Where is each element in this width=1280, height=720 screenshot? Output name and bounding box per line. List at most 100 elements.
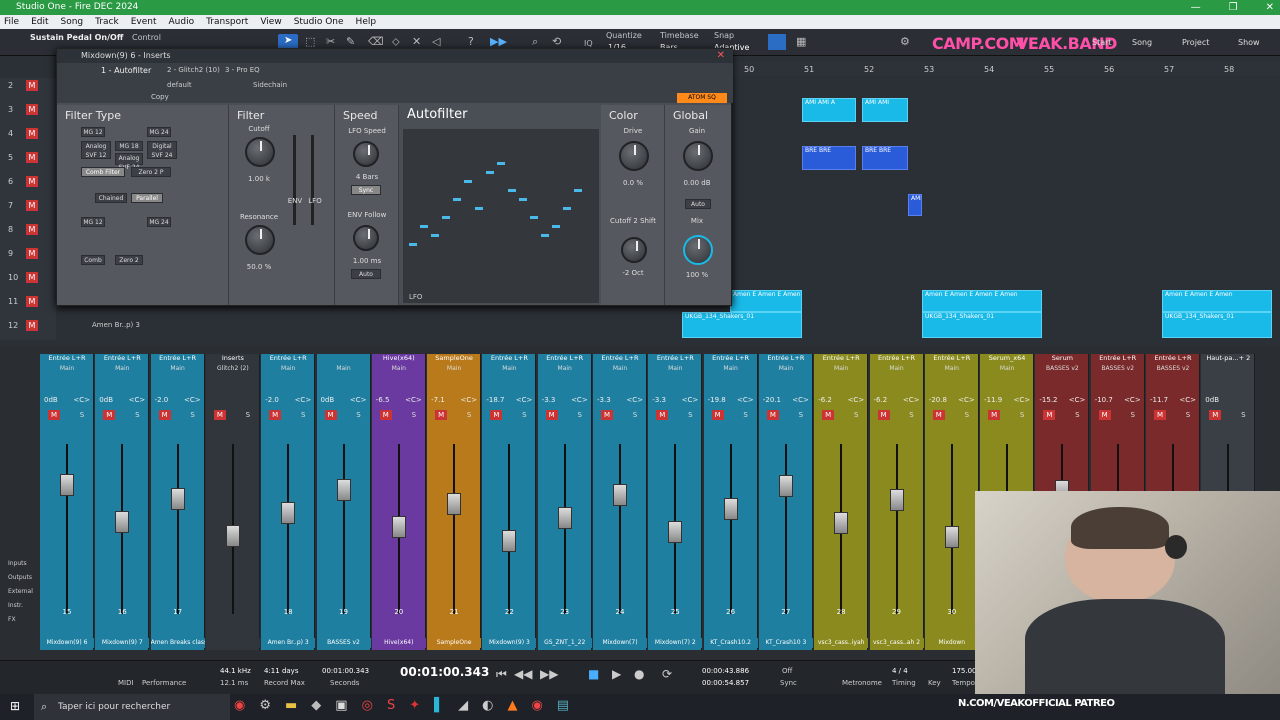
- split-tool-icon[interactable]: ✂: [326, 35, 335, 48]
- channel-fader-cap[interactable]: [115, 511, 130, 533]
- mute-button[interactable]: M: [26, 248, 38, 259]
- channel-name[interactable]: SampleOne: [427, 638, 482, 648]
- mute-button[interactable]: M: [26, 272, 38, 283]
- channel-mute-button[interactable]: M: [435, 410, 448, 420]
- channel-name[interactable]: Mixdown(9) 6: [40, 638, 94, 648]
- instruments-button[interactable]: Instr.: [8, 602, 23, 609]
- channel-mute-button[interactable]: M: [711, 410, 724, 420]
- channel-output-name[interactable]: BASSES v2: [1091, 365, 1145, 372]
- plugin-title-bar[interactable]: Mixdown(9) 6 - Inserts ✕: [57, 49, 733, 63]
- zoom-icon[interactable]: ⌕: [532, 35, 538, 49]
- channel-solo-button[interactable]: S: [1182, 410, 1194, 420]
- fx-button[interactable]: FX: [8, 616, 16, 623]
- channel-fader-cap[interactable]: [668, 521, 683, 543]
- file-explorer-icon[interactable]: ▬: [285, 698, 297, 716]
- channel-input-name[interactable]: Entrée L+R: [95, 354, 149, 363]
- clip[interactable]: Amen E Amen E Amen: [730, 290, 802, 312]
- channel-volume[interactable]: -10.7: [1095, 396, 1113, 404]
- channel-name[interactable]: Amen Br..p) 3: [261, 638, 316, 648]
- mute-button[interactable]: M: [26, 200, 38, 211]
- channel-volume[interactable]: -2.0: [155, 396, 169, 404]
- preset-name[interactable]: default: [167, 81, 192, 89]
- channel-volume[interactable]: -20.1: [763, 396, 781, 404]
- show-page-button[interactable]: Show: [1238, 38, 1260, 47]
- loop-icon[interactable]: ⟳: [662, 667, 672, 681]
- mute-button[interactable]: M: [26, 104, 38, 115]
- channel-pan[interactable]: <C>: [1124, 396, 1141, 404]
- song-page-button[interactable]: Song: [1132, 38, 1152, 47]
- channel-solo-button[interactable]: S: [187, 410, 199, 420]
- clip[interactable]: Amen E Amen E Amen: [1162, 290, 1272, 312]
- channel-mute-button[interactable]: M: [269, 410, 282, 420]
- app-icon[interactable]: ◢: [458, 698, 468, 716]
- clip[interactable]: UKGB_134_Shakers_01: [1162, 312, 1272, 338]
- channel-mute-button[interactable]: M: [379, 410, 392, 420]
- mute-button[interactable]: M: [26, 128, 38, 139]
- channel-solo-button[interactable]: S: [961, 410, 973, 420]
- insert-slot-1[interactable]: 1 - Autofilter: [101, 66, 151, 75]
- cutoff2-knob[interactable]: [621, 237, 647, 263]
- channel-name[interactable]: Mixdown(7): [593, 638, 647, 648]
- channel-name[interactable]: [205, 638, 260, 648]
- env-follow-knob[interactable]: [353, 225, 379, 251]
- mute-tool-icon[interactable]: ✕: [412, 35, 421, 48]
- start-page-button[interactable]: Start: [1092, 38, 1112, 47]
- channel-volume[interactable]: -19.8: [708, 396, 726, 404]
- channel-input-name[interactable]: Entrée L+R: [870, 354, 924, 363]
- mute-button[interactable]: M: [26, 80, 38, 91]
- channel-pan[interactable]: <C>: [571, 396, 588, 404]
- eraser-tool-icon[interactable]: ⌫: [368, 35, 384, 48]
- channel-fader-cap[interactable]: [557, 507, 572, 529]
- menu-help[interactable]: Help: [356, 15, 377, 29]
- channel-name[interactable]: Hive(x64): [371, 638, 426, 648]
- time-display[interactable]: 00:01:00.343: [400, 665, 489, 679]
- channel-pan[interactable]: <C>: [792, 396, 809, 404]
- channel-solo-button[interactable]: S: [1237, 410, 1249, 420]
- channel-output-name[interactable]: Main: [482, 365, 536, 372]
- lfo-step[interactable]: [409, 243, 417, 246]
- channel-name[interactable]: GS_ZNT_1_22: [537, 638, 592, 648]
- channel-fader-cap[interactable]: [778, 475, 793, 497]
- channel-pan[interactable]: <C>: [958, 396, 975, 404]
- channel-pan[interactable]: <C>: [1179, 396, 1196, 404]
- channel-output-name[interactable]: Main: [980, 365, 1034, 372]
- channel-volume[interactable]: 0dB: [44, 396, 58, 404]
- menu-edit[interactable]: Edit: [31, 15, 48, 29]
- channel-mute-button[interactable]: M: [490, 410, 503, 420]
- close-button[interactable]: ✕: [1266, 0, 1274, 15]
- global-auto-button[interactable]: Auto: [685, 199, 711, 209]
- channel-mute-button[interactable]: M: [1154, 410, 1166, 420]
- plugin-close-icon[interactable]: ✕: [717, 49, 725, 63]
- channel-solo-button[interactable]: S: [518, 410, 530, 420]
- channel-fader-cap[interactable]: [502, 530, 517, 552]
- listen-tool-icon[interactable]: ◁: [432, 35, 440, 48]
- channel-volume[interactable]: 0dB: [99, 396, 113, 404]
- channel-input-name[interactable]: Entrée L+R: [1146, 354, 1200, 363]
- channel-input-name[interactable]: Serum: [1035, 354, 1089, 363]
- channel-output-name[interactable]: Main: [870, 365, 924, 372]
- inputs-button[interactable]: Inputs: [8, 560, 27, 567]
- channel-output-name[interactable]: Main: [151, 365, 205, 372]
- lfo-step[interactable]: [530, 216, 538, 219]
- lfo-step[interactable]: [486, 171, 494, 174]
- mixer-view-icon[interactable]: ⚙: [900, 35, 910, 48]
- menu-event[interactable]: Event: [131, 15, 157, 29]
- rewind-icon[interactable]: ⏮: [496, 667, 507, 682]
- minimize-button[interactable]: —: [1191, 0, 1201, 15]
- channel-fader-track[interactable]: [729, 444, 732, 614]
- paint-tool-icon[interactable]: ⬦: [392, 35, 400, 49]
- outputs-button[interactable]: Outputs: [8, 574, 32, 581]
- channel-mute-button[interactable]: M: [213, 410, 226, 420]
- lfo-step[interactable]: [508, 189, 516, 192]
- mute-button[interactable]: M: [26, 152, 38, 163]
- lfo-step[interactable]: [453, 198, 461, 201]
- channel-mute-button[interactable]: M: [822, 410, 835, 420]
- channel-output-name[interactable]: Main: [317, 365, 371, 372]
- channel-mute-button[interactable]: M: [324, 410, 337, 420]
- studio-one-taskbar-icon[interactable]: ▤: [557, 698, 569, 716]
- snap-toggle-button[interactable]: [768, 34, 786, 50]
- tempo-value[interactable]: 175.00: [952, 667, 977, 675]
- channel-name[interactable]: BASSES v2: [316, 638, 371, 648]
- record-icon[interactable]: ●: [634, 667, 644, 681]
- type-mg12-button[interactable]: MG 12: [81, 127, 105, 137]
